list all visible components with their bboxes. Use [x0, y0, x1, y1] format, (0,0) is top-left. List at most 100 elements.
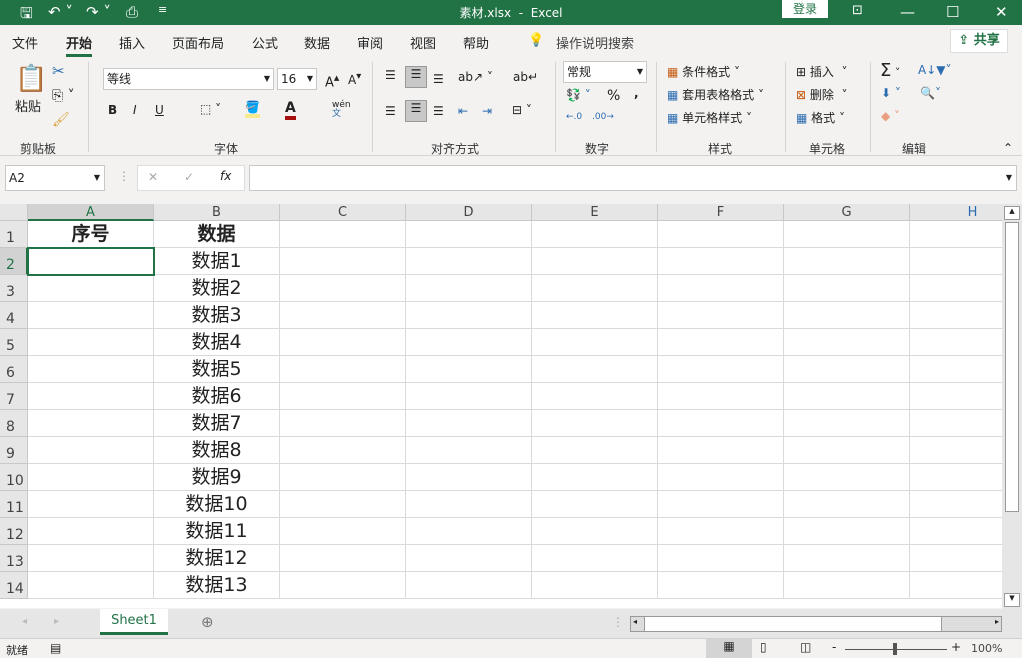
cell-B7[interactable]: 数据6 — [154, 383, 280, 410]
paste-button[interactable]: 粘贴 — [15, 96, 41, 115]
cell-C12[interactable] — [280, 518, 406, 545]
page-break-view-icon[interactable]: ◫ — [800, 640, 811, 654]
delete-cells-button[interactable]: ⊠ 删除 ˅ — [796, 86, 848, 103]
cell-C10[interactable] — [280, 464, 406, 491]
cell-D11[interactable] — [406, 491, 532, 518]
cell-H3[interactable] — [910, 275, 1002, 302]
autosum-button[interactable]: Σ ˅ — [880, 60, 900, 81]
cell-D4[interactable] — [406, 302, 532, 329]
cell-D13[interactable] — [406, 545, 532, 572]
cell-G6[interactable] — [784, 356, 910, 383]
tab-insert[interactable]: 插入 — [119, 33, 145, 52]
align-right-icon[interactable]: ☰ — [433, 104, 444, 118]
row-header[interactable]: 7 — [0, 383, 28, 410]
cell-H11[interactable] — [910, 491, 1002, 518]
cell-B5[interactable]: 数据4 — [154, 329, 280, 356]
cell-F3[interactable] — [658, 275, 784, 302]
cell-F12[interactable] — [658, 518, 784, 545]
cell-B14[interactable]: 数据13 — [154, 572, 280, 599]
increase-indent-icon[interactable]: ⇥ — [482, 104, 492, 118]
minimize-icon[interactable]: — — [900, 3, 915, 21]
tab-home[interactable]: 开始 — [66, 33, 93, 57]
zoom-slider-thumb[interactable] — [893, 643, 897, 655]
cell-B11[interactable]: 数据10 — [154, 491, 280, 518]
insert-cells-button[interactable]: ⊞ 插入 ˅ — [796, 63, 848, 80]
align-top-icon[interactable]: ☰ — [385, 68, 396, 82]
row-header[interactable]: 14 — [0, 572, 28, 599]
cell-C5[interactable] — [280, 329, 406, 356]
row-header[interactable]: 2 — [0, 248, 28, 275]
cell-C8[interactable] — [280, 410, 406, 437]
cell-E9[interactable] — [532, 437, 658, 464]
increase-decimal-icon[interactable]: ←.0 — [566, 112, 582, 122]
row-header[interactable]: 10 — [0, 464, 28, 491]
cell-E6[interactable] — [532, 356, 658, 383]
cell-F10[interactable] — [658, 464, 784, 491]
cell-F5[interactable] — [658, 329, 784, 356]
cell-E4[interactable] — [532, 302, 658, 329]
vertical-scrollbar[interactable]: ▲ ▼ — [1002, 204, 1022, 609]
login-button[interactable]: 登录 — [782, 0, 828, 18]
italic-button[interactable]: I — [133, 103, 137, 117]
cell-E11[interactable] — [532, 491, 658, 518]
cell-G3[interactable] — [784, 275, 910, 302]
tab-file[interactable]: 文件 — [12, 33, 38, 52]
cell-D6[interactable] — [406, 356, 532, 383]
zoom-in-button[interactable]: + — [951, 640, 961, 654]
format-as-table-button[interactable]: ▦ 套用表格格式 ˅ — [667, 86, 764, 103]
cell-C14[interactable] — [280, 572, 406, 599]
cell-E1[interactable] — [532, 221, 658, 248]
enter-icon[interactable]: ✓ — [184, 170, 194, 184]
cell-C3[interactable] — [280, 275, 406, 302]
zoom-level[interactable]: 100% — [971, 642, 1002, 655]
border-icon[interactable]: ⬚ ˅ — [200, 102, 221, 116]
insert-function-button[interactable]: fx — [220, 169, 231, 183]
cell-E3[interactable] — [532, 275, 658, 302]
cell-C9[interactable] — [280, 437, 406, 464]
cell-B2[interactable]: 数据1 — [154, 248, 280, 275]
find-select-icon[interactable]: 🔍˅ — [920, 86, 941, 100]
column-header-B[interactable]: B — [154, 204, 280, 221]
cell-D2[interactable] — [406, 248, 532, 275]
cell-E7[interactable] — [532, 383, 658, 410]
cell-B10[interactable]: 数据9 — [154, 464, 280, 491]
accounting-format-icon[interactable]: 💱 ˅ — [566, 88, 591, 102]
cell-H8[interactable] — [910, 410, 1002, 437]
cell-C7[interactable] — [280, 383, 406, 410]
cell-B12[interactable]: 数据11 — [154, 518, 280, 545]
phonetic-guide-icon[interactable]: wén 文 — [332, 101, 351, 119]
cell-F4[interactable] — [658, 302, 784, 329]
cell-H10[interactable] — [910, 464, 1002, 491]
prev-sheet-icon[interactable]: ◂ — [22, 616, 27, 627]
column-header-H[interactable]: H — [910, 204, 1002, 221]
cell-E10[interactable] — [532, 464, 658, 491]
cell-A13[interactable] — [28, 545, 154, 572]
cell-E12[interactable] — [532, 518, 658, 545]
cell-G13[interactable] — [784, 545, 910, 572]
decrease-indent-icon[interactable]: ⇤ — [458, 104, 468, 118]
cell-A12[interactable] — [28, 518, 154, 545]
row-header[interactable]: 13 — [0, 545, 28, 572]
fill-color-icon[interactable]: 🪣 — [245, 100, 260, 118]
row-header[interactable]: 6 — [0, 356, 28, 383]
row-header[interactable]: 4 — [0, 302, 28, 329]
row-header[interactable]: 12 — [0, 518, 28, 545]
cell-A2[interactable] — [27, 247, 155, 276]
cell-E14[interactable] — [532, 572, 658, 599]
column-header-G[interactable]: G — [784, 204, 910, 221]
cell-D3[interactable] — [406, 275, 532, 302]
cell-D9[interactable] — [406, 437, 532, 464]
cell-A10[interactable] — [28, 464, 154, 491]
bold-button[interactable]: B — [108, 103, 117, 117]
copy-icon[interactable]: ⎘ ˅ — [52, 88, 75, 104]
increase-font-icon[interactable]: A▴ — [325, 71, 339, 90]
splitter-handle[interactable]: ⋮ — [612, 615, 624, 629]
cell-D1[interactable] — [406, 221, 532, 248]
underline-button[interactable]: U — [155, 103, 164, 117]
cell-H12[interactable] — [910, 518, 1002, 545]
orientation-icon[interactable]: ab↗ ˅ — [458, 70, 493, 84]
paste-icon[interactable]: 📋 — [15, 64, 47, 94]
cell-A5[interactable] — [28, 329, 154, 356]
cell-H7[interactable] — [910, 383, 1002, 410]
format-cells-button[interactable]: ▦ 格式 ˅ — [796, 109, 845, 126]
